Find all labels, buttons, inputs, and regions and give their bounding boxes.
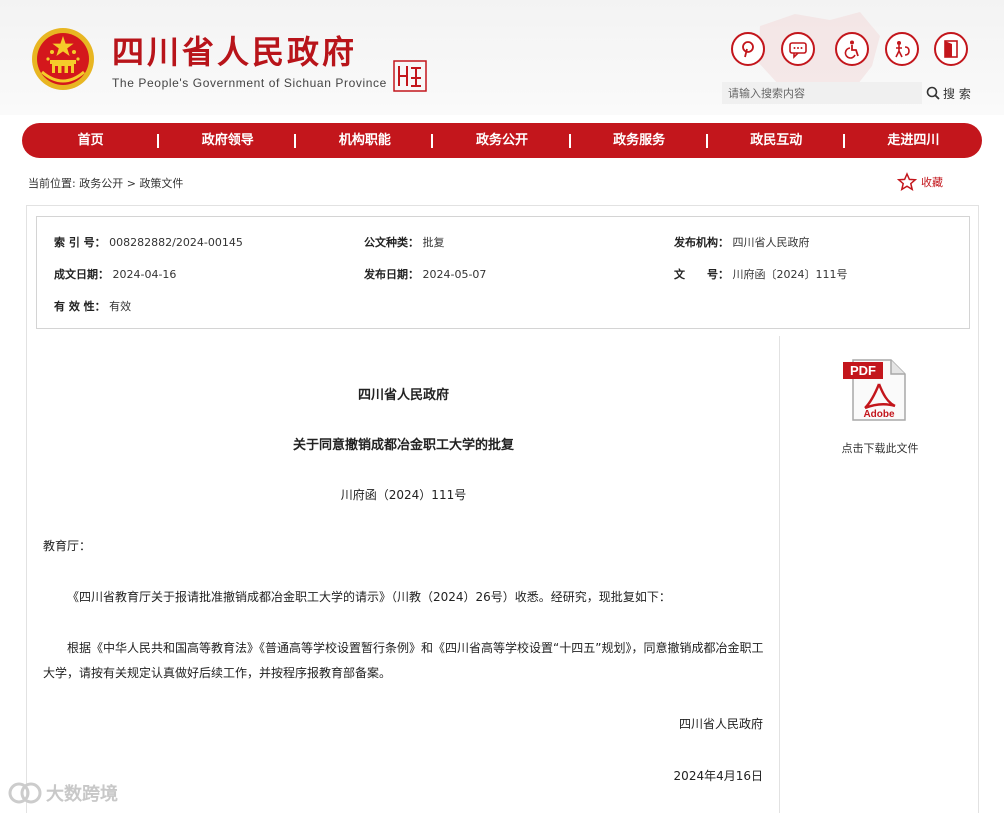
doc-type-value: 批复 — [422, 236, 445, 249]
search-button-label: 搜 索 — [943, 86, 971, 101]
nav-item-services[interactable]: 政务服务 — [571, 123, 708, 158]
star-icon — [897, 172, 917, 191]
nav-item-leaders[interactable]: 政府领导 — [159, 123, 297, 158]
document-body: 四川省人民政府 关于同意撤销成都冶金职工大学的批复 川府函（2024）111号 … — [27, 336, 780, 813]
document-date: 2024年4月16日 — [673, 769, 763, 783]
breadcrumb: 当前位置: 政务公开 > 政策文件 — [28, 175, 183, 191]
search-box: 搜 索 — [722, 82, 978, 104]
site-title[interactable]: 四川省人民政府 — [112, 32, 357, 72]
nav-item-about-sichuan[interactable]: 走进四川 — [845, 123, 982, 158]
seal-logo-icon — [393, 60, 427, 92]
nav-item-home[interactable]: 首页 — [22, 123, 160, 158]
document-paragraph-1: 《四川省教育厅关于报请批准撤销成都冶金职工大学的请示》（川教（2024）26号）… — [67, 590, 671, 604]
exit-door-icon[interactable] — [934, 32, 968, 66]
issuer-label: 发布机构： — [674, 236, 729, 249]
validity-value: 有效 — [109, 300, 132, 313]
issuer-value: 四川省人民政府 — [732, 236, 810, 249]
published-date-value: 2024-05-07 — [422, 268, 487, 281]
favorite-label: 收藏 — [921, 176, 943, 189]
favorite-button[interactable]: 收藏 — [897, 172, 943, 192]
index-no-label: 索 引 号： — [54, 236, 106, 249]
watermark-text: 大数跨境 — [46, 784, 118, 805]
breadcrumb-gov-affairs[interactable]: 政务公开 — [79, 177, 123, 190]
validity-label: 有 效 性： — [54, 300, 106, 313]
breadcrumb-separator: > — [126, 177, 136, 190]
watermark: 大数跨境 — [8, 780, 118, 806]
article-container: 索 引 号： 008282882/2024-00145 公文种类： 批复 发布机… — [26, 205, 979, 813]
accessibility-icon[interactable] — [835, 32, 869, 66]
search-button[interactable]: 搜 索 — [926, 85, 971, 102]
created-date-value: 2024-04-16 — [112, 268, 177, 281]
document-title: 关于同意撤销成都冶金职工大学的批复 — [292, 438, 514, 453]
site-header: 四川省人民政府 The People's Government of Sichu… — [0, 0, 1004, 115]
search-icon — [926, 86, 940, 100]
site-subtitle: The People's Government of Sichuan Provi… — [112, 76, 387, 90]
pinterest-share-icon[interactable] — [731, 32, 765, 66]
document-issuer: 四川省人民政府 — [357, 388, 449, 403]
search-input[interactable] — [722, 82, 922, 104]
document-number: 川府函（2024）111号 — [340, 488, 467, 502]
nav-item-gov-affairs[interactable]: 政务公开 — [433, 123, 571, 158]
pdf-file-icon[interactable]: PDF Adobe — [843, 356, 909, 424]
nav-item-functions[interactable]: 机构职能 — [296, 123, 434, 158]
doc-number-value: 川府函〔2024〕111号 — [732, 268, 848, 281]
document-salutation: 教育厅： — [43, 539, 92, 553]
doc-number-label: 文 号： — [674, 268, 729, 281]
document-signature: 四川省人民政府 — [678, 717, 763, 731]
main-nav: 首页 政府领导 机构职能 政务公开 政务服务 政民互动 走进四川 — [22, 123, 982, 158]
adobe-label: Adobe — [863, 409, 895, 420]
nav-item-interaction[interactable]: 政民互动 — [708, 123, 845, 158]
document-paragraph-2: 根据《中华人民共和国高等教育法》《普通高等学校设置暂行条例》和《四川省高等学校设… — [43, 641, 764, 680]
document-metadata: 索 引 号： 008282882/2024-00145 公文种类： 批复 发布机… — [36, 216, 970, 329]
download-sidebar: PDF Adobe 点击下载此文件 — [781, 336, 979, 813]
elderly-mode-icon[interactable] — [885, 32, 919, 66]
pdf-label: PDF — [850, 363, 876, 378]
doc-type-label: 公文种类： — [364, 236, 419, 249]
breadcrumb-prefix: 当前位置: — [28, 177, 76, 190]
download-link[interactable]: 点击下载此文件 — [781, 440, 979, 456]
national-emblem-icon — [32, 28, 94, 90]
watermark-logo-icon — [8, 782, 42, 804]
message-icon[interactable] — [781, 32, 815, 66]
published-date-label: 发布日期： — [364, 268, 419, 281]
index-no-value: 008282882/2024-00145 — [109, 236, 243, 249]
breadcrumb-policy-docs[interactable]: 政策文件 — [139, 177, 183, 190]
created-date-label: 成文日期： — [54, 268, 109, 281]
